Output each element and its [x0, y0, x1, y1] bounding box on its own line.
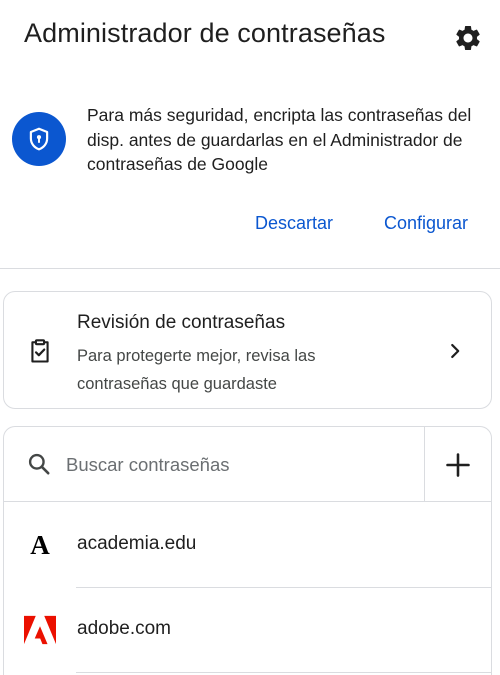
- dismiss-button[interactable]: Descartar: [255, 213, 333, 234]
- search-bar: [4, 427, 491, 502]
- search-icon: [28, 453, 50, 475]
- academia-logo-icon: A: [30, 529, 50, 560]
- passwords-list-card: A academia.edu adobe.com: [3, 426, 492, 675]
- shield-lock-icon: [29, 127, 49, 151]
- banner-icon-badge: [12, 112, 66, 166]
- row-divider: [76, 672, 491, 673]
- site-name: adobe.com: [77, 618, 172, 639]
- clipboard-check-icon: [31, 339, 49, 363]
- password-list-item[interactable]: A academia.edu: [4, 503, 491, 588]
- checkup-title: Revisión de contraseñas: [77, 312, 286, 333]
- plus-icon: [446, 452, 470, 477]
- gear-icon: [456, 25, 480, 50]
- add-password-button[interactable]: [424, 427, 491, 502]
- page-title: Administrador de contraseñas: [24, 18, 386, 48]
- chevron-right-icon: [451, 343, 460, 359]
- settings-button[interactable]: [450, 20, 486, 56]
- section-divider: [0, 268, 500, 269]
- app-header: Administrador de contraseñas: [0, 0, 500, 76]
- configure-button[interactable]: Configurar: [384, 213, 468, 234]
- password-checkup-card[interactable]: Revisión de contraseñas Para protegerte …: [3, 291, 492, 409]
- banner-message: Para más seguridad, encripta las contras…: [87, 105, 472, 174]
- site-name: academia.edu: [77, 533, 197, 554]
- checkup-subtitle: Para protegerte mejor, revisa las contra…: [77, 347, 316, 393]
- search-input[interactable]: [66, 445, 406, 485]
- password-list-item[interactable]: adobe.com: [4, 588, 491, 673]
- adobe-logo-icon: [24, 614, 56, 646]
